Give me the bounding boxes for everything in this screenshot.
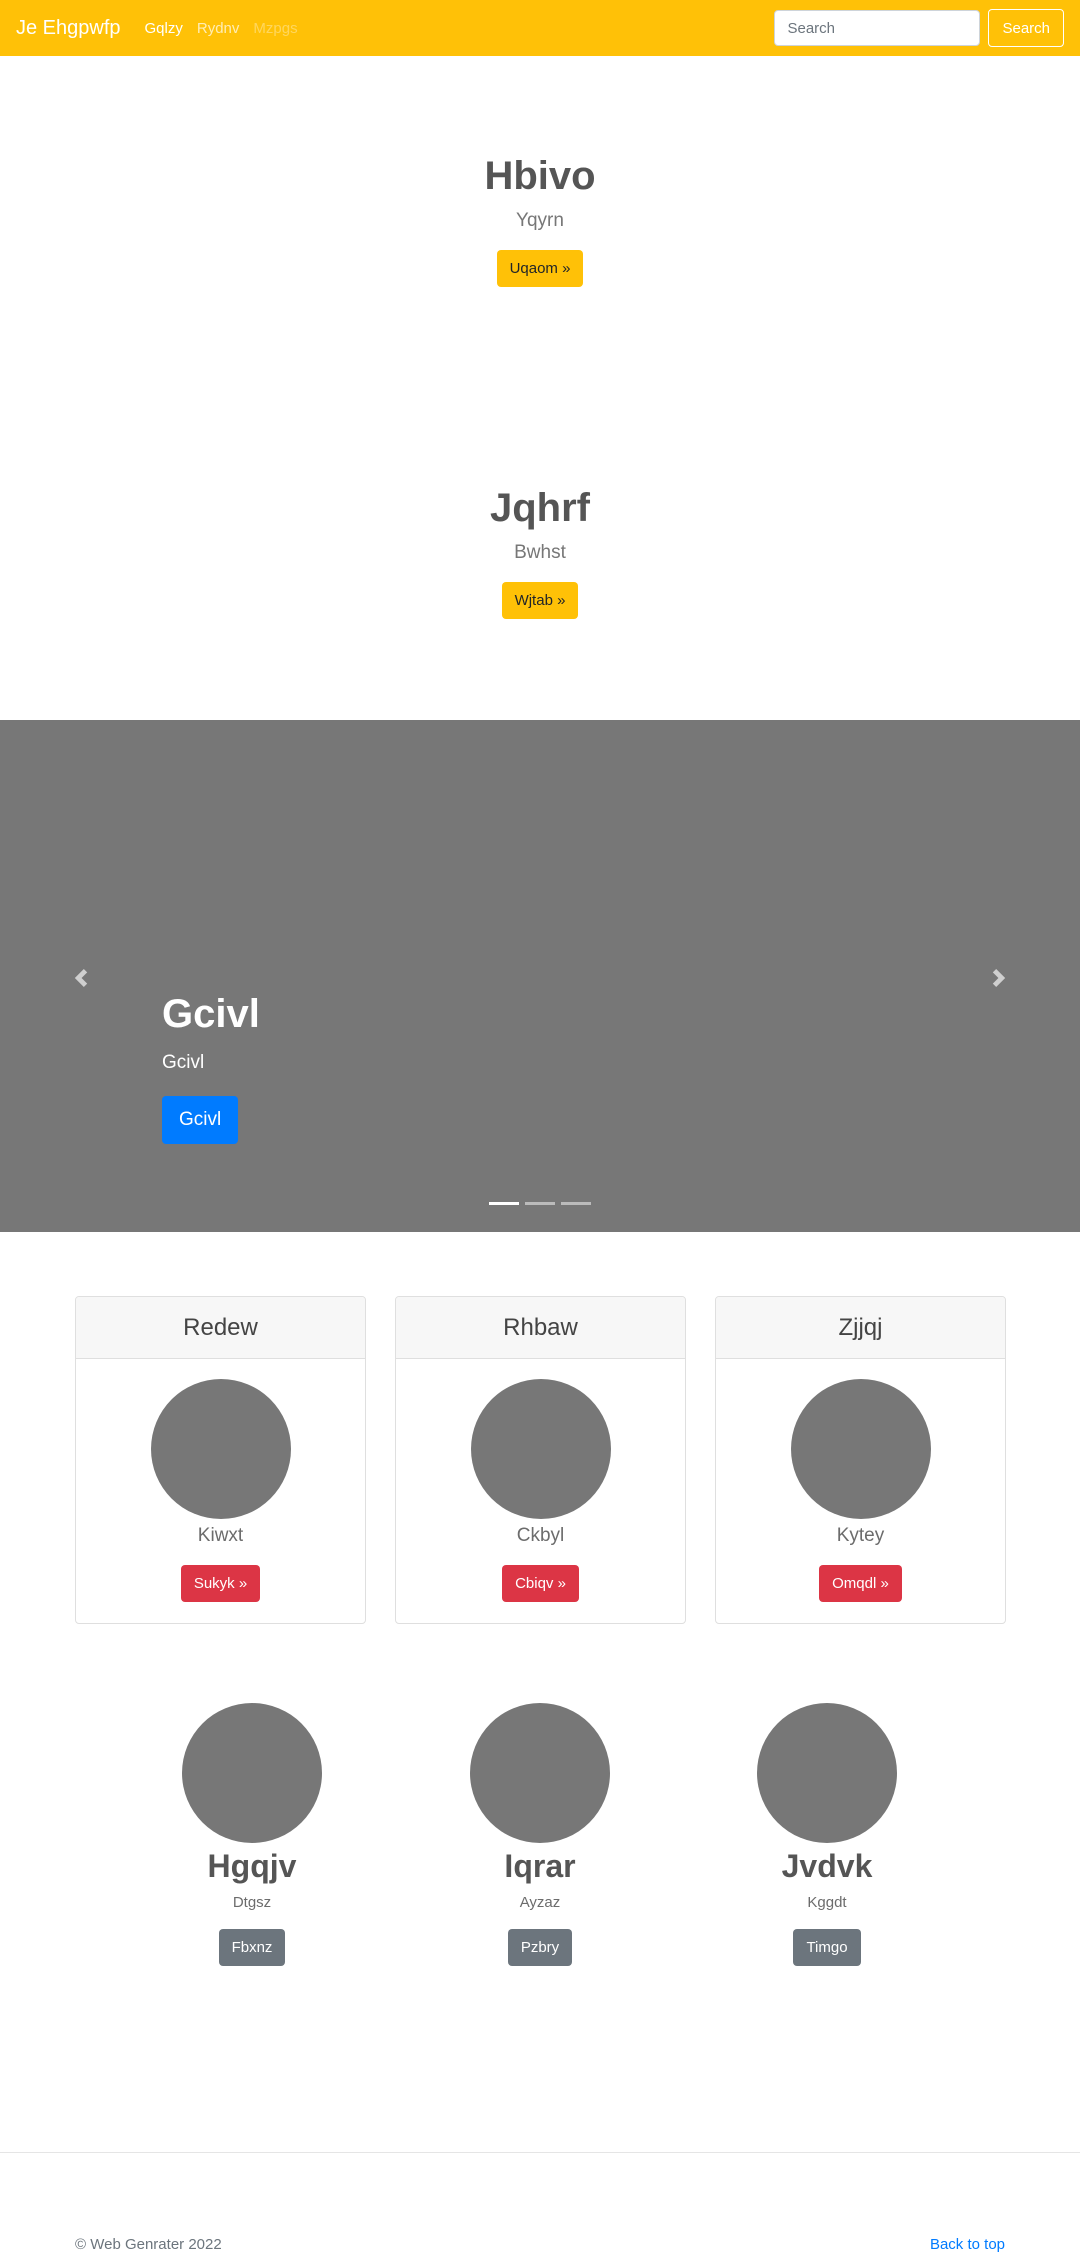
hero-section-1: Hbivo Yqyrn Uqaom »	[0, 152, 1080, 287]
footer-copyright: © Web Genrater 2022	[75, 2236, 222, 2253]
hero-subtitle: Bwhst	[514, 542, 566, 563]
carousel-indicator-1[interactable]	[489, 1202, 519, 1205]
feature-image	[757, 1703, 897, 1843]
navbar: Je Ehgpwfp Gqlzy Rydnv Mzpgs Search	[0, 0, 1080, 56]
feature-title: Hgqjv	[207, 1848, 297, 1884]
hero-section-2: Jqhrf Bwhst Wjtab »	[0, 484, 1080, 619]
navbar-brand[interactable]: Je Ehgpwfp	[16, 17, 121, 40]
feature-2: Iqrar Ayzaz Pzbry	[410, 1703, 670, 1967]
carousel-indicator-3[interactable]	[561, 1202, 591, 1205]
card-header: Zjjqj	[716, 1297, 1005, 1359]
hero-button[interactable]: Wjtab »	[501, 582, 579, 619]
nav-link-3: Mzpgs	[253, 19, 298, 37]
carousel: Gcivl Gcivl Gcivl	[0, 720, 1080, 1232]
carousel-next-button[interactable]	[985, 960, 1013, 996]
card-button[interactable]: Sukyk »	[180, 1565, 261, 1602]
card-text: Ckbyl	[516, 1525, 565, 1546]
feature-image	[470, 1703, 610, 1843]
chevron-right-icon	[992, 969, 1006, 987]
hero-subtitle: Yqyrn	[516, 210, 564, 231]
search-input[interactable]	[774, 10, 981, 46]
card-header: Redew	[76, 1297, 365, 1359]
nav-link-1[interactable]: Gqlzy	[145, 20, 183, 37]
back-to-top-link[interactable]: Back to top	[930, 2236, 1005, 2253]
hero-title: Jqhrf	[490, 486, 590, 530]
chevron-left-icon	[74, 969, 88, 987]
carousel-caption: Gcivl Gcivl Gcivl	[162, 990, 260, 1144]
card-3: Zjjqj Kytey Omqdl »	[715, 1296, 1006, 1624]
feature-subtitle: Dtgsz	[232, 1894, 272, 1912]
card-text: Kiwxt	[197, 1525, 244, 1546]
feature-1: Hgqjv Dtgsz Fbxnz	[122, 1703, 382, 1967]
carousel-subtitle: Gcivl	[162, 1052, 205, 1073]
feature-title: Iqrar	[504, 1848, 576, 1884]
hero-title: Hbivo	[484, 154, 596, 198]
card-body: Ckbyl Cbiqv »	[396, 1359, 685, 1602]
card-image	[150, 1379, 291, 1519]
carousel-indicator-2[interactable]	[525, 1202, 555, 1205]
feature-button[interactable]: Pzbry	[507, 1929, 573, 1967]
card-1: Redew Kiwxt Sukyk »	[75, 1296, 366, 1624]
feature-subtitle: Ayzaz	[519, 1894, 561, 1912]
card-2: Rhbaw Ckbyl Cbiqv »	[395, 1296, 686, 1624]
carousel-title: Gcivl	[162, 992, 260, 1036]
feature-subtitle: Kggdt	[807, 1894, 847, 1912]
card-header: Rhbaw	[396, 1297, 685, 1359]
card-button[interactable]: Cbiqv »	[502, 1565, 579, 1602]
search-button[interactable]: Search	[988, 9, 1064, 47]
feature-title: Jvdvk	[781, 1848, 873, 1884]
feature-button[interactable]: Timgo	[793, 1929, 861, 1967]
hero-button[interactable]: Uqaom »	[496, 250, 584, 287]
carousel-prev-button[interactable]	[67, 960, 95, 996]
card-button[interactable]: Omqdl »	[819, 1565, 902, 1602]
feature-3: Jvdvk Kggdt Timgo	[697, 1703, 957, 1967]
card-body: Kytey Omqdl »	[716, 1359, 1005, 1602]
feature-image	[182, 1703, 322, 1843]
feature-button[interactable]: Fbxnz	[218, 1929, 286, 1967]
nav-link-2[interactable]: Rydnv	[197, 20, 240, 37]
carousel-indicators	[0, 1202, 1080, 1205]
card-text: Kytey	[836, 1525, 885, 1546]
carousel-button[interactable]: Gcivl	[162, 1096, 239, 1144]
card-image	[470, 1379, 611, 1519]
footer-divider	[0, 2152, 1080, 2153]
card-image	[790, 1379, 931, 1519]
card-body: Kiwxt Sukyk »	[76, 1359, 365, 1602]
